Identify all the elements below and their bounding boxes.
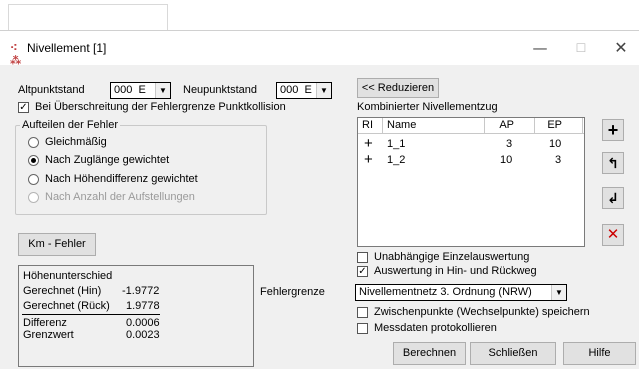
list-header: RI Name AP EP	[358, 118, 584, 134]
sum-divider	[22, 314, 160, 315]
unabhaengige-label: Unabhängige Einzelauswertung	[374, 251, 530, 263]
delete-row-button[interactable]: ✕	[602, 224, 624, 246]
grenzwert-label: Grenzwert	[23, 329, 74, 341]
move-up-button[interactable]: ↰	[602, 152, 624, 174]
add-icon: +	[607, 120, 619, 140]
rueck-value: 1.9778	[126, 300, 160, 312]
hilfe-button[interactable]: Hilfe	[563, 342, 636, 365]
messdaten-checkbox[interactable]	[357, 323, 368, 334]
schliessen-button[interactable]: Schließen	[470, 342, 556, 365]
chevron-down-icon: ▼	[316, 83, 331, 98]
column-header-ap[interactable]: AP	[485, 118, 535, 134]
minimize-button[interactable]: —	[520, 35, 560, 61]
collision-checkbox-label: Bei Überschreitung der Fehlergrenze Punk…	[35, 101, 286, 113]
list-item-ep: 10	[549, 138, 562, 150]
background-strip	[0, 0, 639, 30]
altpunktstand-value: 000 E	[114, 84, 146, 96]
radio-hoehendifferenz-label: Nach Höhendifferenz gewichtet	[45, 173, 198, 185]
direction-icon: +	[364, 135, 373, 152]
title-bar: ⁖⁂ Nivellement [1] — ☐ ✕	[0, 31, 639, 67]
differenz-label: Differenz	[23, 317, 67, 329]
hoehenunterschied-title: Höhenunterschied	[23, 270, 113, 282]
fehlergrenze-select[interactable]: Nivellementnetz 3. Ordnung (NRW) ▼	[355, 284, 567, 301]
hin-rueck-checkbox[interactable]: ✓	[357, 266, 368, 277]
km-fehler-button[interactable]: Km - Fehler	[18, 233, 96, 256]
unabhaengige-checkbox[interactable]	[357, 252, 368, 263]
zwischenpunkte-checkbox[interactable]	[357, 307, 368, 318]
grenzwert-value: 0.0023	[126, 329, 160, 341]
survey-level-icon: ⁖⁂	[10, 42, 21, 67]
neupunktstand-value: 000 E	[280, 84, 312, 96]
move-down-button[interactable]: ↲	[602, 187, 624, 209]
altpunktstand-label: Altpunktstand	[18, 84, 85, 96]
radio-zuglaenge-label: Nach Zuglänge gewichtet	[45, 154, 170, 166]
list-item-ap: 3	[506, 138, 513, 150]
rueck-label: Gerechnet (Rück)	[23, 300, 110, 312]
neupunktstand-label: Neupunktstand	[183, 84, 257, 96]
list-item[interactable]: + 1_2 10 3	[358, 152, 584, 168]
hin-value: -1.9772	[122, 285, 160, 297]
add-row-button[interactable]: +	[602, 119, 624, 141]
radio-aufstellungen-label: Nach Anzahl der Aufstellungen	[45, 191, 195, 203]
radio-hoehendifferenz[interactable]	[28, 174, 39, 185]
error-distribution-legend: Aufteilen der Fehler	[20, 119, 120, 131]
nivellementzug-list[interactable]: RI Name AP EP + 1_1 3 10 + 1_2 10 3	[357, 117, 585, 247]
kombinierter-label: Kombinierter Nivellementzug	[357, 101, 498, 113]
column-header-ep[interactable]: EP	[535, 118, 583, 134]
neupunktstand-select[interactable]: 000 E ▼	[276, 82, 332, 99]
radio-zuglaenge[interactable]	[28, 155, 39, 166]
radio-gleichmaessig[interactable]	[28, 137, 39, 148]
move-down-icon: ↲	[607, 190, 619, 206]
close-button[interactable]: ✕	[601, 35, 639, 61]
list-item-name: 1_1	[387, 138, 406, 150]
reduzieren-button[interactable]: << Reduzieren	[357, 78, 439, 98]
fehlergrenze-label: Fehlergrenze	[260, 286, 325, 298]
background-input-box	[8, 4, 168, 30]
list-item[interactable]: + 1_1 3 10	[358, 136, 584, 152]
collision-checkbox[interactable]: ✓	[18, 102, 29, 113]
maximize-button[interactable]: ☐	[561, 35, 601, 61]
zwischenpunkte-label: Zwischenpunkte (Wechselpunkte) speichern	[374, 306, 590, 318]
column-header-ri[interactable]: RI	[358, 118, 383, 134]
list-item-ap: 10	[500, 154, 513, 166]
window-title: Nivellement [1]	[27, 41, 107, 55]
column-header-name[interactable]: Name	[383, 118, 485, 134]
list-item-ep: 3	[555, 154, 562, 166]
hin-label: Gerechnet (Hin)	[23, 285, 102, 297]
list-item-name: 1_2	[387, 154, 406, 166]
altpunktstand-select[interactable]: 000 E ▼	[110, 82, 171, 99]
hin-rueck-label: Auswertung in Hin- und Rückweg	[374, 265, 537, 277]
radio-aufstellungen[interactable]	[28, 192, 39, 203]
delete-icon: ✕	[606, 226, 620, 243]
messdaten-label: Messdaten protokollieren	[374, 322, 497, 334]
chevron-down-icon: ▼	[551, 285, 566, 300]
berechnen-button[interactable]: Berechnen	[393, 342, 466, 365]
fehlergrenze-value: Nivellementnetz 3. Ordnung (NRW)	[359, 286, 532, 298]
direction-icon: +	[364, 151, 373, 168]
chevron-down-icon: ▼	[155, 83, 170, 98]
move-up-icon: ↰	[607, 155, 619, 171]
radio-gleichmaessig-label: Gleichmäßig	[45, 136, 107, 148]
hoehenunterschied-box: Höhenunterschied Gerechnet (Hin) -1.9772…	[18, 265, 254, 367]
nivellement-dialog: ⁖⁂ Nivellement [1] — ☐ ✕ Altpunktstand 0…	[0, 30, 639, 369]
differenz-value: 0.0006	[126, 317, 160, 329]
